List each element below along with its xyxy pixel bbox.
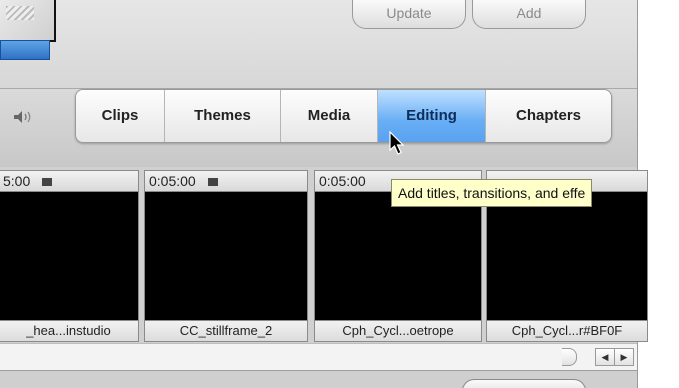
clip-type-icon [42, 178, 53, 187]
bottom-toolbar [0, 370, 637, 388]
speaker-icon[interactable] [12, 109, 34, 128]
clip-name: Cph_Cycl...r#BF0F [487, 320, 647, 341]
thumbnail-image [6, 6, 34, 20]
clip-name: CC_stillframe_2 [145, 320, 307, 341]
clip-item[interactable]: 5:00 _hea...instudio [0, 170, 139, 342]
clip-duration: 0:05:00 [145, 171, 307, 192]
pane-tabs: Clips Themes Media Editing Chapters [75, 89, 612, 143]
clip-item[interactable]: 0:05:00 CC_stillframe_2 [144, 170, 308, 342]
mouse-pointer-icon [389, 130, 407, 162]
clip-duration-text: 5:00 [3, 173, 31, 189]
imovie-window: Update Add Clips Themes Media Editing Ch… [0, 0, 679, 388]
scroll-left-icon[interactable]: ◀ [595, 348, 615, 366]
clip-name: Cph_Cycl...oetrope [315, 320, 481, 341]
scroll-right-icon[interactable]: ▶ [614, 348, 634, 366]
clip-name: _hea...instudio [0, 320, 138, 341]
add-button[interactable]: Add [472, 0, 586, 29]
tab-media[interactable]: Media [281, 90, 378, 142]
clip-duration-text: 0:05:00 [149, 173, 196, 189]
tooltip: Add titles, transitions, and effe [391, 179, 593, 207]
pane-tab-bar: Clips Themes Media Editing Chapters [0, 89, 637, 168]
selection-highlight [0, 40, 50, 60]
scrollbar-track[interactable] [0, 348, 575, 364]
selected-thumbnail[interactable] [0, 0, 56, 42]
top-panel: Update Add [0, 0, 637, 89]
tab-chapters[interactable]: Chapters [486, 90, 611, 142]
bottom-button[interactable] [462, 379, 586, 388]
scrollbar-thumb-end[interactable] [562, 348, 577, 366]
clip-duration: 5:00 [0, 171, 138, 192]
clip-type-icon [207, 178, 218, 187]
tab-clips[interactable]: Clips [76, 90, 165, 142]
horizontal-scrollbar[interactable]: ◀ ▶ [0, 343, 637, 371]
tab-themes[interactable]: Themes [165, 90, 281, 142]
update-button[interactable]: Update [352, 0, 466, 29]
clip-duration-text: 0:05:00 [319, 173, 366, 189]
